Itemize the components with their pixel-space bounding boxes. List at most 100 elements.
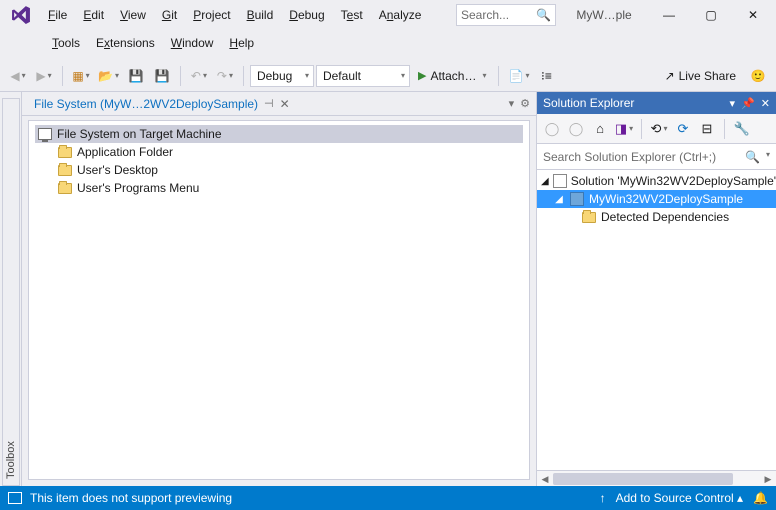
menu-analyze[interactable]: Analyze [371, 4, 430, 26]
folder-icon [581, 209, 597, 225]
solution-explorer: Solution Explorer ▾ 📌 ✕ ◯ ◯ ⌂ ◨▾ ⟲▾ ⟳ ⊟ … [536, 92, 776, 486]
maximize-button[interactable]: ▢ [694, 3, 728, 27]
menu-project[interactable]: Project [185, 4, 238, 26]
vs-logo-icon [6, 0, 36, 30]
forward-button[interactable]: ◯ [565, 118, 587, 140]
source-control-button[interactable]: Add to Source Control ▴ [616, 491, 743, 505]
scroll-thumb[interactable] [553, 473, 733, 485]
search-icon: 🔍 [745, 150, 760, 164]
publish-icon[interactable]: ↑ [600, 491, 606, 505]
solexp-header[interactable]: Solution Explorer ▾ 📌 ✕ [537, 92, 776, 114]
close-tab-icon[interactable]: ✕ [280, 97, 290, 111]
live-share-button[interactable]: ↗Live Share [659, 64, 742, 88]
solexp-tree: ◢ Solution 'MyWin32WV2DeploySample' ◢ My… [537, 170, 776, 470]
save-all-button[interactable]: 💾 [150, 64, 174, 88]
properties-button[interactable]: 🔧 [731, 118, 753, 140]
menu-extensions[interactable]: Extensions [88, 32, 163, 54]
redo-button[interactable]: ↷▾ [213, 64, 237, 88]
undo-button[interactable]: ↶▾ [187, 64, 211, 88]
title-bar: FFileile Edit View Git Project Build Deb… [0, 0, 776, 60]
separator [498, 66, 499, 86]
feedback-button[interactable]: 🙂 [746, 64, 770, 88]
scroll-left-icon[interactable]: ◀ [537, 471, 553, 487]
caret-icon[interactable]: ◢ [541, 176, 549, 187]
switch-view-button[interactable]: ◨▾ [613, 118, 635, 140]
arrow-out-icon: ↗ [665, 69, 675, 83]
minimize-button[interactable]: — [652, 3, 686, 27]
editor-button[interactable]: 📄▾ [505, 64, 532, 88]
close-button[interactable]: ✕ [736, 3, 770, 27]
menu-test[interactable]: Test [333, 4, 371, 26]
nav-forward-button[interactable]: ▶▾ [32, 64, 56, 88]
menu-build[interactable]: Build [239, 4, 282, 26]
fs-folder-programs[interactable]: User's Programs Menu [35, 179, 523, 197]
menu-window[interactable]: Window [163, 32, 222, 54]
solution-icon [553, 173, 567, 189]
fs-folder-desktop[interactable]: User's Desktop [35, 161, 523, 179]
tab-dropdown-icon[interactable]: ▾ [509, 97, 515, 110]
platform-combo[interactable]: Default▾ [316, 65, 410, 87]
project-icon [569, 191, 585, 207]
search-icon: 🔍 [536, 8, 551, 22]
pin-icon[interactable]: ⊣ [264, 97, 274, 110]
save-button[interactable]: 💾 [124, 64, 148, 88]
project-label: MyWin32WV2DeploySample [589, 192, 743, 206]
document-area: File System (MyW…2WV2DeploySample) ⊣ ✕ ▾… [22, 92, 536, 486]
main-area: Toolbox File System (MyW…2WV2DeploySampl… [0, 92, 776, 486]
solexp-search-placeholder: Search Solution Explorer (Ctrl+;) [543, 150, 716, 164]
search-placeholder: Search... [461, 8, 509, 22]
close-panel-icon[interactable]: ✕ [761, 97, 770, 110]
separator [62, 66, 63, 86]
menu-tools[interactable]: Tools [44, 32, 88, 54]
back-button[interactable]: ◯ [541, 118, 563, 140]
toolbox-label: Toolbox [2, 98, 20, 486]
project-node[interactable]: ◢ MyWin32WV2DeploySample [537, 190, 776, 208]
status-bar: This item does not support previewing ↑ … [0, 486, 776, 510]
play-icon: ▶ [418, 69, 426, 82]
horizontal-scrollbar[interactable]: ◀ ▶ [537, 470, 776, 486]
standard-toolbar: ◀▾ ▶▾ ▦▾ 📂▾ 💾 💾 ↶▾ ↷▾ Debug▾ Default▾ ▶A… [0, 60, 776, 92]
dependencies-node[interactable]: Detected Dependencies [537, 208, 776, 226]
folder-icon [57, 162, 73, 178]
solexp-title: Solution Explorer [543, 96, 634, 110]
menu-file[interactable]: FFileile [40, 4, 75, 26]
collapse-all-button[interactable]: ⊟ [696, 118, 718, 140]
window-menu-icon[interactable]: ▾ [730, 97, 736, 110]
menu-debug[interactable]: Debug [281, 4, 332, 26]
caret-icon[interactable]: ◢ [553, 194, 565, 205]
start-button[interactable]: ▶Attach…▾ [412, 64, 493, 88]
pin-icon[interactable]: 📌 [741, 97, 755, 110]
notifications-icon[interactable]: 🔔 [753, 491, 768, 505]
folder-icon [57, 180, 73, 196]
config-combo[interactable]: Debug▾ [250, 65, 314, 87]
search-box[interactable]: Search... 🔍 [456, 4, 556, 26]
open-file-button[interactable]: 📂▾ [95, 64, 122, 88]
menu-view[interactable]: View [112, 4, 154, 26]
toolbox-tab[interactable]: Toolbox [0, 92, 22, 486]
chevron-down-icon[interactable]: ▾ [766, 150, 770, 164]
doc-tab-filesystem[interactable]: File System (MyW…2WV2DeploySample) ⊣ ✕ [28, 93, 296, 115]
menu-help[interactable]: Help [221, 32, 262, 54]
menu-git[interactable]: Git [154, 4, 185, 26]
properties-button[interactable]: ⁝≡ [534, 64, 558, 88]
menu-edit[interactable]: Edit [75, 4, 112, 26]
fs-folder-app[interactable]: Application Folder [35, 143, 523, 161]
fs-item-label: User's Desktop [77, 163, 158, 177]
fs-item-label: User's Programs Menu [77, 181, 199, 195]
separator [641, 119, 642, 139]
nav-back-button[interactable]: ◀▾ [6, 64, 30, 88]
file-system-editor: File System on Target Machine Applicatio… [28, 120, 530, 480]
refresh-button[interactable]: ⟳ [672, 118, 694, 140]
solution-node[interactable]: ◢ Solution 'MyWin32WV2DeploySample' [537, 172, 776, 190]
solexp-search[interactable]: Search Solution Explorer (Ctrl+;) 🔍 ▾ [537, 144, 776, 170]
new-project-button[interactable]: ▦▾ [69, 64, 93, 88]
doc-tab-strip: File System (MyW…2WV2DeploySample) ⊣ ✕ ▾… [22, 92, 536, 116]
folder-icon [57, 144, 73, 160]
gear-icon[interactable]: ⚙ [520, 97, 530, 110]
sync-button[interactable]: ⟲▾ [648, 118, 670, 140]
fs-root[interactable]: File System on Target Machine [35, 125, 523, 143]
home-button[interactable]: ⌂ [589, 118, 611, 140]
status-icon [8, 492, 22, 504]
scroll-right-icon[interactable]: ▶ [760, 471, 776, 487]
solexp-toolbar: ◯ ◯ ⌂ ◨▾ ⟲▾ ⟳ ⊟ 🔧 [537, 114, 776, 144]
